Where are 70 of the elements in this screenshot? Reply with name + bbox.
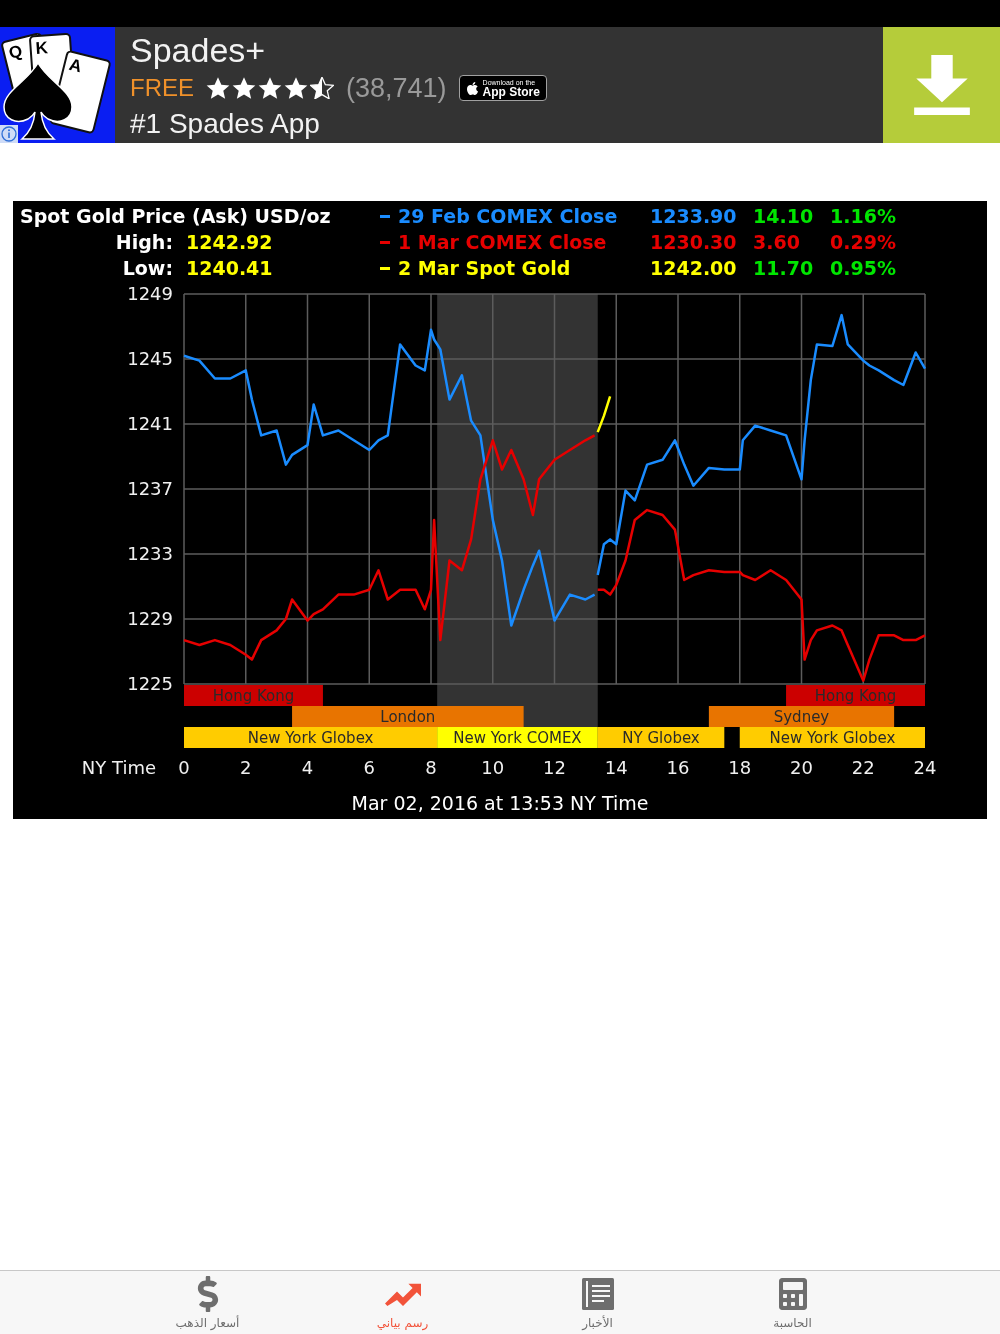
stat-label: High: bbox=[115, 231, 173, 253]
y-axis-label: 1229 bbox=[127, 608, 173, 629]
tab-item[interactable]: أسعار الذهب bbox=[110, 1271, 305, 1334]
y-axis-label: 1225 bbox=[127, 673, 173, 694]
x-axis-label: 8 bbox=[425, 757, 437, 778]
session-label: Hong Kong bbox=[814, 687, 897, 705]
x-axis-label: 14 bbox=[604, 757, 628, 778]
chart-timestamp: Mar 02, 2016 at 13:53 NY Time bbox=[351, 791, 649, 814]
card-rank: Q bbox=[6, 41, 25, 63]
quote-change: 3.60 bbox=[753, 231, 800, 253]
tab-item[interactable]: رسم بياني bbox=[305, 1271, 500, 1334]
rating-count: (38,741) bbox=[346, 72, 447, 104]
stat-value: 1242.92 bbox=[186, 231, 273, 253]
quote-percent: 0.29% bbox=[830, 231, 896, 253]
star-icon bbox=[206, 77, 230, 99]
session-label: New York Globex bbox=[247, 729, 374, 747]
stat-label: Low: bbox=[122, 257, 173, 279]
card-rank: K bbox=[35, 38, 49, 59]
star-icon bbox=[232, 77, 256, 99]
x-axis-label: 16 bbox=[666, 757, 690, 778]
session-label: London bbox=[380, 708, 436, 726]
star-icon bbox=[284, 77, 308, 99]
x-axis-label: 12 bbox=[543, 757, 566, 778]
session-label: Hong Kong bbox=[212, 687, 295, 705]
y-axis-label: 1245 bbox=[127, 348, 173, 369]
download-button[interactable] bbox=[883, 27, 1000, 143]
quote-percent: 0.95% bbox=[830, 257, 896, 279]
session-label: New York Globex bbox=[769, 729, 896, 747]
x-axis-label: 0 bbox=[178, 757, 190, 778]
quote-price: 1233.90 bbox=[650, 205, 737, 227]
legend-label: 1 Mar COMEX Close bbox=[398, 231, 607, 253]
x-axis-label: 2 bbox=[240, 757, 252, 778]
x-axis-label: 20 bbox=[790, 757, 813, 778]
tab-item[interactable]: الأخبار bbox=[500, 1271, 695, 1334]
tab-item[interactable]: الحاسبة bbox=[695, 1271, 890, 1334]
dollar-icon bbox=[196, 1276, 219, 1312]
quote-percent: 1.16% bbox=[830, 205, 896, 227]
stat-value: 1240.41 bbox=[186, 257, 273, 279]
trend-arrow-icon bbox=[384, 1282, 421, 1306]
quote-change: 11.70 bbox=[753, 257, 814, 279]
app-price: FREE bbox=[130, 74, 194, 102]
legend-label: 2 Mar Spot Gold bbox=[398, 257, 571, 279]
x-axis-label: 10 bbox=[481, 757, 505, 778]
x-axis-label: 18 bbox=[728, 757, 752, 778]
quote-change: 14.10 bbox=[753, 205, 814, 227]
x-axis-label: 24 bbox=[913, 757, 937, 778]
y-axis-label: 1237 bbox=[127, 478, 173, 499]
chart-title: Spot Gold Price (Ask) USD/oz bbox=[20, 205, 331, 227]
y-axis-label: 1249 bbox=[127, 283, 173, 304]
quote-price: 1230.30 bbox=[650, 231, 737, 253]
apple-icon bbox=[465, 80, 479, 96]
newspaper-icon bbox=[581, 1278, 614, 1310]
star-icon bbox=[258, 77, 282, 99]
app-tagline: #1 Spades App bbox=[130, 107, 320, 141]
session-label: New York COMEX bbox=[453, 729, 582, 747]
y-axis-label: 1233 bbox=[127, 543, 173, 564]
x-axis-label: 4 bbox=[301, 757, 314, 778]
half-star-icon bbox=[310, 77, 334, 99]
info-icon[interactable] bbox=[0, 125, 18, 143]
card-rank: A bbox=[67, 54, 84, 77]
x-axis-label: 22 bbox=[851, 757, 875, 778]
legend-label: 29 Feb COMEX Close bbox=[398, 205, 618, 227]
app-name: Spades+ bbox=[130, 30, 266, 70]
calculator-icon bbox=[778, 1277, 807, 1311]
session-label: Sydney bbox=[773, 708, 830, 726]
y-axis-label: 1241 bbox=[127, 413, 173, 434]
axis-title: NY Time bbox=[81, 757, 156, 778]
x-axis-label: 6 bbox=[363, 757, 375, 778]
session-label: NY Globex bbox=[622, 729, 700, 747]
quote-price: 1242.00 bbox=[650, 257, 737, 279]
